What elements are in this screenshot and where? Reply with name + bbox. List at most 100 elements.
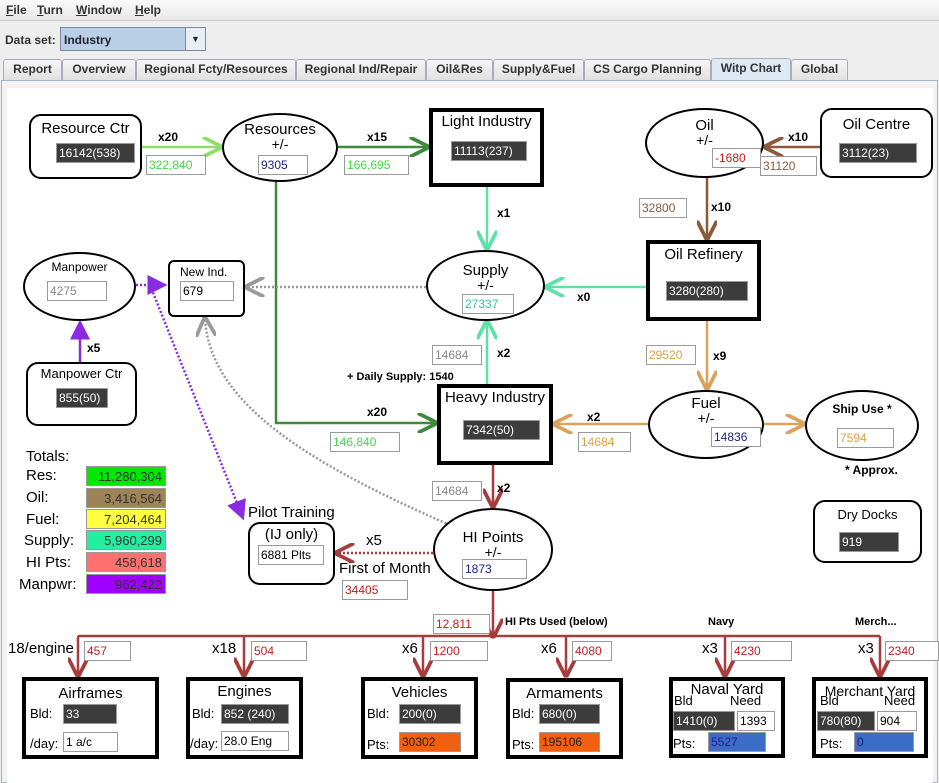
engines-mult: x18 [212, 640, 237, 657]
hi-res-mult: x20 [367, 405, 388, 419]
resources-value: 9305 [258, 155, 308, 175]
hi-supply-flow: 14684 [432, 345, 482, 365]
new-ind-title: New Ind. [180, 265, 228, 279]
resources-flow: 166,695 [344, 155, 409, 175]
pilot-training-flow: 34405 [342, 580, 408, 600]
naval-yard-bld-label: Bld [674, 693, 693, 708]
supply-pm: +/- [477, 277, 494, 293]
ship-use-node: Ship Use * [805, 390, 919, 461]
total-fuel-value: 7,204,464 [86, 509, 166, 529]
resource-ctr-flow: 322,840 [146, 155, 206, 175]
vehicles-flow: 1200 [430, 641, 488, 661]
supply-value: 27337 [462, 294, 514, 314]
oil-refinery-title: Oil Refinery [664, 246, 743, 263]
airframes-title: Airframes [58, 685, 123, 702]
merchant-yard-flow: 2340 [885, 641, 939, 661]
hi-fuel-mult: x2 [587, 410, 601, 424]
pilot-training-when: First of Month [339, 560, 431, 577]
airframes-flow: 457 [84, 641, 131, 661]
naval-yard-need-label: Need [730, 693, 762, 708]
engines-bld: 852 (240) [221, 704, 289, 724]
engines-day: 28.0 Eng [221, 731, 289, 751]
hi-points-pm: +/- [484, 544, 502, 560]
pilot-training-sub: (IJ only) [264, 526, 319, 543]
total-res-value: 11,280,304 [86, 466, 166, 486]
daily-supply: + Daily Supply: 1540 [347, 371, 454, 383]
oil-refinery-value: 3280(280) [666, 281, 748, 301]
airframes-bld-label: Bld: [30, 706, 53, 721]
armaments-pts-label: Pts: [512, 737, 535, 752]
hi-used-label: HI Pts Used (below) [505, 616, 608, 628]
vehicles-mult: x6 [402, 640, 418, 657]
hi-res-flow: 146,840 [330, 432, 400, 452]
airframes-bld: 33 [63, 704, 117, 724]
merchant-yard-need: 904 [877, 711, 917, 731]
manpower-ctr-value: 855(50) [56, 388, 108, 408]
armaments-title: Armaments [526, 685, 603, 702]
ship-use-note: * Approx. [845, 463, 898, 477]
airframes-mult: 18/engine [8, 640, 74, 657]
total-manpwr-value: 962,422 [86, 574, 166, 594]
pilot-training-value: 6881 Plts [258, 545, 324, 565]
naval-yard-pts: 5527 [708, 732, 766, 752]
dry-docks-value: 919 [839, 532, 899, 552]
hi-points-value: 1873 [462, 559, 527, 579]
vehicles-bld: 200(0) [399, 704, 461, 724]
vehicles-pts-label: Pts: [367, 737, 390, 752]
engines-flow: 504 [251, 641, 307, 661]
armaments-pts: 195106 [539, 732, 600, 752]
manpower-ctr-mult: x5 [87, 341, 101, 355]
manpower-ctr-title: Manpower Ctr [40, 366, 123, 381]
dry-docks-title: Dry Docks [837, 507, 898, 522]
oil-value: -1680 [712, 148, 761, 168]
manpower-value: 4275 [47, 281, 107, 301]
vehicles-title: Vehicles [391, 684, 448, 701]
new-ind-value: 679 [180, 281, 234, 301]
heavy-industry-title: Heavy Industry [444, 389, 546, 406]
oil-centre-flow: 31120 [760, 156, 817, 176]
merchant-yard-pts: 0 [854, 732, 914, 752]
total-res-label: Res: [26, 467, 57, 484]
armaments-mult: x6 [541, 640, 557, 657]
oil-centre-title: Oil Centre [842, 116, 911, 133]
naval-yard-bld: 1410(0) [673, 711, 735, 731]
armaments-bld-label: Bld: [512, 706, 535, 721]
ship-use-value: 7594 [837, 428, 894, 448]
merchant-yard-bld-label: Bld [820, 693, 839, 708]
light-industry-mult: x1 [497, 206, 511, 220]
hi-points-mult: x2 [497, 481, 511, 495]
naval-yard-pts-label: Pts: [673, 736, 696, 751]
naval-yard-flow: 4230 [731, 641, 792, 661]
total-hipts-value: 458,618 [86, 552, 166, 572]
resource-ctr-title: Resource Ctr [41, 120, 130, 137]
hi-fuel-flow: 14684 [578, 432, 631, 452]
armaments-flow: 4080 [572, 641, 612, 661]
total-supply-label: Supply: [24, 532, 75, 549]
oil-pm: +/- [696, 132, 713, 148]
refinery-fuel-mult: x9 [713, 349, 727, 363]
total-supply-value: 5,960,299 [86, 530, 166, 550]
pilot-training-mult: x5 [366, 532, 382, 549]
total-oil-value: 3,416,564 [86, 488, 166, 508]
navy-label: Navy [708, 616, 735, 628]
total-fuel-label: Fuel: [26, 511, 60, 528]
resource-ctr-mult: x20 [158, 130, 179, 144]
total-manpwr-label: Manpwr: [19, 576, 77, 593]
merchant-yard-mult: x3 [858, 640, 874, 657]
heavy-industry-value: 7342(50) [463, 420, 540, 440]
hi-used-value: 12,811 [433, 614, 490, 634]
naval-yard-mult: x3 [702, 640, 718, 657]
resources-mult: x15 [367, 130, 388, 144]
fuel-node: Fuel +/- [648, 390, 764, 459]
hi-points-flow: 14684 [432, 481, 482, 501]
engines-bld-label: Bld: [192, 706, 215, 721]
oil-centre-value: 3112(23) [839, 143, 917, 163]
refinery-in-flow: 32800 [639, 198, 687, 218]
total-hipts-label: HI Pts: [26, 554, 72, 571]
totals-title: Totals: [26, 448, 70, 465]
ship-use-title: Ship Use * [832, 402, 892, 416]
naval-yard-need: 1393 [737, 711, 775, 731]
merchant-yard-need-label: Need [884, 693, 916, 708]
merch-label: Merch... [855, 616, 897, 628]
airframes-day-label: /day: [30, 736, 59, 751]
